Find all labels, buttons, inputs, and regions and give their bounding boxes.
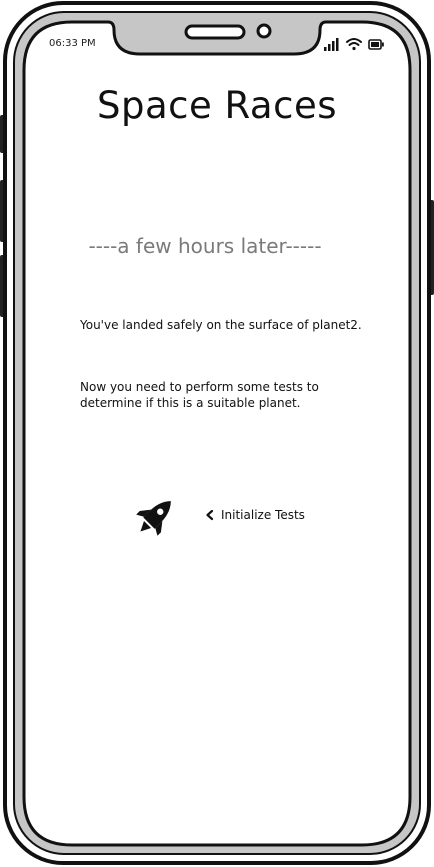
status-icons xyxy=(324,38,384,51)
initialize-tests-button[interactable]: Initialize Tests xyxy=(204,506,305,524)
subtitle-time-skip: ----a few hours later----- xyxy=(88,234,322,258)
initialize-tests-label: Initialize Tests xyxy=(221,508,305,522)
status-time: 06:33 PM xyxy=(49,38,96,49)
tests-instruction: Now you need to perform some tests to de… xyxy=(80,380,319,410)
phone-screen: 06:33 PM Space Races ----a few hours lat… xyxy=(0,0,434,867)
rocket-icon xyxy=(136,501,171,536)
chevron-left-icon xyxy=(206,509,214,521)
wifi-icon xyxy=(346,38,362,51)
battery-icon xyxy=(368,39,384,50)
phone-frame xyxy=(0,1,434,865)
page-title: Space Races xyxy=(97,84,337,127)
signal-icon xyxy=(324,38,339,51)
landing-message: You've landed safely on the surface of p… xyxy=(80,318,362,332)
